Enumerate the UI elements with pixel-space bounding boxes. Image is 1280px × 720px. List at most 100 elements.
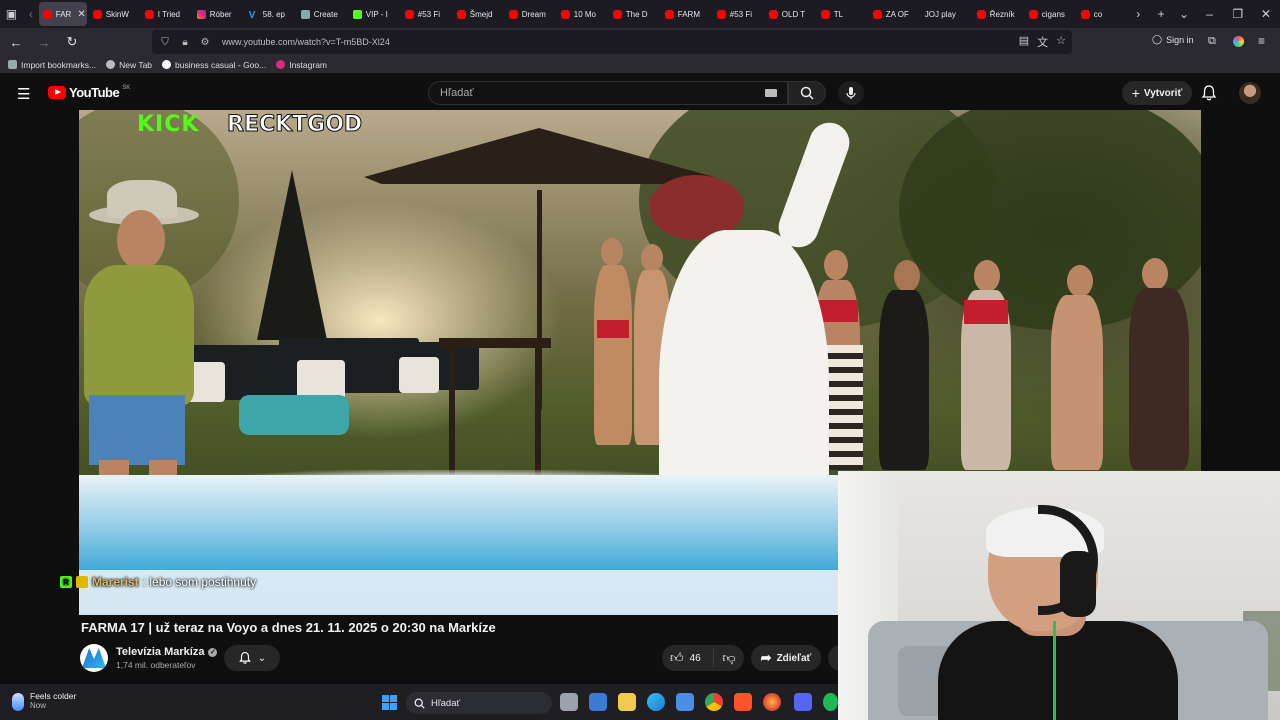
reload-icon[interactable]: ↻ <box>60 30 84 54</box>
channel-name-link[interactable]: Televízia Markíza ✓ <box>116 646 218 658</box>
bookmark-item[interactable]: Import bookmarks... <box>8 60 96 70</box>
firefox-icon[interactable] <box>763 693 781 711</box>
sign-in-label: Sign in <box>1166 34 1194 45</box>
browser-tab[interactable]: The D <box>609 2 659 26</box>
browser-tab[interactable]: Šmejd <box>453 2 503 26</box>
minimize-icon[interactable]: – <box>1195 7 1223 21</box>
browser-tab[interactable]: co <box>1077 2 1127 26</box>
bookmark-star-icon[interactable]: ☆ <box>1056 34 1066 50</box>
thumbs-down-icon: 👎︎ <box>722 650 736 665</box>
create-icon <box>300 9 310 19</box>
discord-icon[interactable] <box>794 693 812 711</box>
hamburger-menu-icon[interactable]: ☰ <box>17 85 30 103</box>
search-input[interactable]: Hľadať <box>428 81 788 105</box>
browser-tab[interactable]: FAR ✕ <box>38 2 87 26</box>
browser-tab[interactable]: Róber <box>193 2 243 26</box>
share-button[interactable]: ➦ Zdieľať <box>751 645 821 671</box>
browser-tab[interactable]: ZA OF <box>869 2 919 26</box>
bookmark-item[interactable]: New Tab <box>106 60 152 70</box>
tab-overview-icon[interactable]: ▣ <box>0 0 23 28</box>
url-bar[interactable]: ⛉ 🔒︎ ⚙ www.youtube.com/watch?v=T-m5BD-Xl… <box>152 30 1072 54</box>
search-button[interactable] <box>788 81 826 105</box>
task-view-icon[interactable] <box>560 693 578 711</box>
browser-tab[interactable]: FARM <box>661 2 711 26</box>
woman-head <box>1142 258 1168 290</box>
browser-tab[interactable]: V 58. ep <box>245 2 295 26</box>
color-extension-icon[interactable] <box>1233 36 1244 47</box>
woman-head <box>894 260 920 292</box>
shield-icon[interactable]: ⛉ <box>158 37 172 48</box>
tabs-scroll-left-icon[interactable]: ‹ <box>23 7 39 21</box>
brave-icon[interactable] <box>734 693 752 711</box>
instagram-icon <box>196 9 206 19</box>
file-explorer-icon[interactable] <box>618 693 636 711</box>
restore-icon[interactable]: ❐ <box>1224 7 1252 21</box>
browser-tab[interactable]: Create <box>297 2 347 26</box>
channel-avatar[interactable] <box>80 644 108 672</box>
teal-towel <box>239 395 349 435</box>
browser-tab[interactable]: cigans <box>1025 2 1075 26</box>
lock-icon[interactable]: 🔒︎ <box>178 37 192 48</box>
create-button[interactable]: + Vytvoriť <box>1122 81 1192 105</box>
url-text[interactable]: www.youtube.com/watch?v=T-m5BD-Xl24 <box>222 37 390 47</box>
browser-tab[interactable]: #53 Fi <box>401 2 451 26</box>
taskbar-search-input[interactable]: Hľadať <box>406 692 552 714</box>
account-avatar[interactable] <box>1239 82 1261 104</box>
browser-tab[interactable]: Řezník <box>973 2 1023 26</box>
tab-list-chevron-icon[interactable]: ⌄ <box>1173 7 1196 21</box>
chat-badge-icon: R <box>60 576 72 588</box>
new-tab-icon[interactable]: + <box>1150 7 1173 21</box>
thumbs-up-icon: 👍︎ <box>670 650 684 665</box>
youtube-icon <box>820 9 830 19</box>
dislike-button[interactable]: 👎︎ <box>714 650 744 666</box>
browser-tab[interactable]: VIP - I <box>349 2 399 26</box>
spotify-icon[interactable] <box>823 693 838 711</box>
bell-icon <box>238 651 251 664</box>
tab-label: #53 Fi <box>417 9 440 19</box>
forward-icon[interactable]: → <box>32 30 56 54</box>
browser-tab[interactable]: JOJ play <box>921 2 971 26</box>
edge-icon[interactable] <box>647 693 665 711</box>
bookmark-label: Instagram <box>289 59 328 70</box>
browser-tab[interactable]: OLD T <box>765 2 815 26</box>
store-icon[interactable] <box>589 693 607 711</box>
menu-icon[interactable]: ≡ <box>1258 34 1265 48</box>
notifications-bell-icon[interactable] <box>1200 84 1218 102</box>
extensions-icon[interactable]: ⧉ <box>1208 35 1216 48</box>
translate-icon[interactable]: 文 <box>1037 34 1048 50</box>
tab-label: I Tried <box>157 9 180 19</box>
bookmark-item[interactable]: Instagram <box>276 60 327 70</box>
close-tab-icon[interactable]: ✕ <box>77 9 85 20</box>
browser-tab[interactable]: #53 Fi <box>713 2 763 26</box>
tabs-scroll-right-icon[interactable]: › <box>1127 7 1150 21</box>
browser-tab[interactable]: Dream <box>505 2 555 26</box>
subscription-bell-button[interactable]: ⌄ <box>224 645 280 671</box>
weather-widget[interactable]: Feels colder Now <box>12 691 76 711</box>
browser-tab[interactable]: I Tried <box>141 2 191 26</box>
permissions-icon[interactable]: ⚙ <box>198 37 212 48</box>
tab-label: Dream <box>521 9 546 19</box>
reader-view-icon[interactable]: ▤ <box>1019 34 1029 50</box>
like-button[interactable]: 👍︎ 46 <box>662 649 714 667</box>
tab-label: #53 Fi <box>729 9 752 19</box>
youtube-icon <box>404 9 414 19</box>
windows-start-icon[interactable] <box>382 695 397 710</box>
close-window-icon[interactable]: ✕ <box>1252 7 1280 21</box>
closed-umbrella <box>257 170 327 340</box>
youtube-logo[interactable]: YouTube SK <box>48 85 130 100</box>
weather-subtitle: Now <box>30 701 47 710</box>
photos-icon[interactable] <box>676 693 694 711</box>
woman-head <box>641 244 663 272</box>
sign-in-button[interactable]: ◯ Sign in <box>1152 34 1194 45</box>
keyboard-icon[interactable] <box>765 89 777 97</box>
chrome-icon[interactable] <box>705 693 723 711</box>
browser-tab[interactable]: 10 Mo <box>557 2 607 26</box>
browser-tab[interactable]: TL <box>817 2 867 26</box>
browser-tab[interactable]: SkinW <box>89 2 139 26</box>
account-icon: ◯ <box>1152 34 1163 44</box>
voice-search-button[interactable] <box>838 81 864 105</box>
woman-head <box>1067 265 1093 297</box>
bookmark-item[interactable]: business casual - Goo... <box>162 60 266 70</box>
chat-overlay-line: R Marerist : lebo som postihnuty <box>60 575 256 589</box>
back-icon[interactable]: ← <box>4 30 28 54</box>
